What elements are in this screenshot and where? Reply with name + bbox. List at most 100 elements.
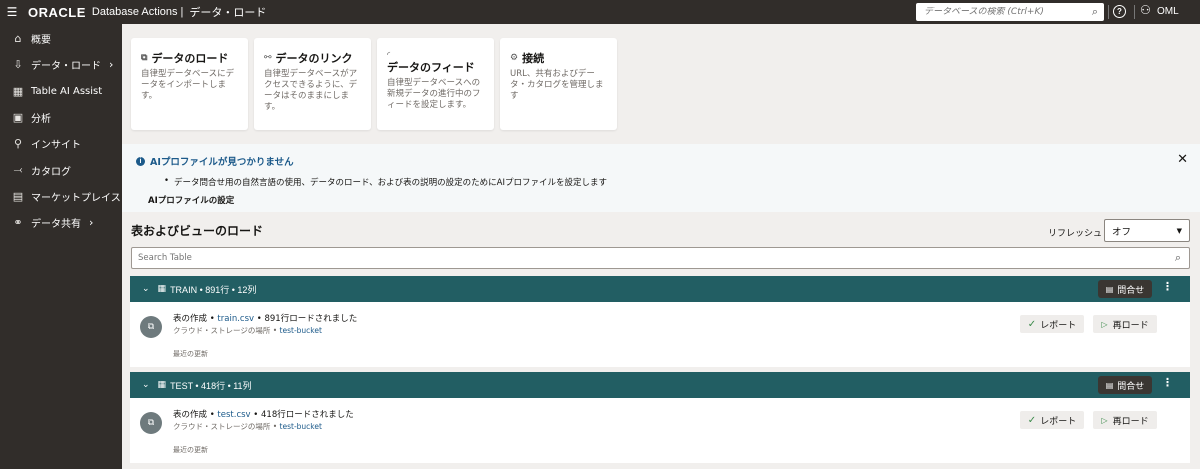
insight-icon: ⚲ <box>13 137 23 151</box>
user-icon[interactable]: ⚇ <box>1140 3 1151 17</box>
card-data-link[interactable]: ⚯ データのリンク 自律型データベースがアクセスできるように、データはそのままにし… <box>254 38 371 130</box>
oracle-logo[interactable]: ORACLE <box>28 5 86 20</box>
search-icon[interactable]: ⌕ <box>1092 5 1098 19</box>
chevron-down-icon[interactable]: ⌄ <box>142 380 150 390</box>
load-job-icon: ⧉ <box>140 316 162 338</box>
table-icon: ▦ <box>157 380 167 390</box>
link-icon: ⚯ <box>264 53 272 63</box>
database-search-box[interactable]: ⌕ <box>916 3 1104 21</box>
divider <box>1134 5 1135 19</box>
load-summary-prefix: 表の作成 • <box>173 410 218 420</box>
file-link[interactable]: train.csv <box>217 314 254 324</box>
load-job-icon: ⧉ <box>140 412 162 434</box>
more-options-icon[interactable]: ⋮ <box>1162 280 1173 293</box>
ai-profile-setup-link[interactable]: AIプロファイルの設定 <box>148 194 234 206</box>
storage-location: クラウド・ストレージの場所 • test-bucket <box>173 421 322 432</box>
caret-down-icon: ▼ <box>1176 227 1182 235</box>
reload-label: 再ロード <box>1112 416 1149 427</box>
sidebar-item-data-share[interactable]: ⚭ データ共有 › <box>0 210 122 236</box>
close-icon[interactable]: ✕ <box>1177 152 1188 167</box>
sidebar-item-catalog[interactable]: ⤙ カタログ <box>0 157 122 183</box>
hamburger-menu-icon[interactable]: ☰ <box>0 0 24 24</box>
sidebar-item-insight[interactable]: ⚲ インサイト <box>0 131 122 157</box>
reload-button[interactable]: ▷ 再ロード <box>1093 411 1157 429</box>
load-summary-prefix: 表の作成 • <box>173 314 218 324</box>
sidebar-item-label: カタログ <box>31 166 71 178</box>
help-icon[interactable]: ? <box>1113 5 1126 18</box>
more-options-icon[interactable]: ⋮ <box>1162 376 1173 389</box>
table-icon: ▦ <box>157 284 167 294</box>
chevron-right-icon: › <box>89 216 94 230</box>
bucket-link[interactable]: test-bucket <box>280 326 322 335</box>
product-name: Database Actions | <box>91 6 184 18</box>
query-label: 問合せ <box>1117 285 1145 296</box>
sidebar-item-overview[interactable]: ⌂ 概要 <box>0 26 122 52</box>
play-icon: ▷ <box>1101 319 1108 329</box>
reload-button[interactable]: ▷ 再ロード <box>1093 315 1157 333</box>
query-icon: ▤ <box>1105 284 1114 294</box>
report-label: レポート <box>1040 416 1077 427</box>
page-name: データ・ロード <box>189 7 267 19</box>
table-ai-icon: ▦ <box>12 84 24 98</box>
table-group-header[interactable]: ⌄ ▦ TRAIN • 891行 • 12列 ▤ 問合せ ⋮ <box>130 276 1190 302</box>
sidebar-item-marketplace[interactable]: ▤ マーケットプレイス <box>0 183 122 209</box>
query-button[interactable]: ▤ 問合せ <box>1098 376 1152 394</box>
top-bar: ☰ ORACLE Database Actions | データ・ロード ⌕ ? … <box>0 0 1200 24</box>
sidebar-item-label: 概要 <box>31 35 51 47</box>
last-updated: 最近の更新 <box>173 350 208 358</box>
card-description: 自律型データベースがアクセスできるように、データはそのままにします。 <box>264 69 358 112</box>
table-group-body: ⧉ 表の作成 • train.csv • 891行ロードされました クラウド・ス… <box>130 302 1190 367</box>
analysis-icon: ▣ <box>12 111 24 125</box>
query-icon: ▤ <box>1105 380 1114 390</box>
last-updated: 最近の更新 <box>173 446 208 454</box>
divider <box>1108 5 1109 19</box>
bucket-link[interactable]: test-bucket <box>280 422 322 431</box>
card-title: データのリンク <box>275 52 353 65</box>
card-data-feed[interactable]: ◜ データのフィード 自律型データベースへの新規データの進行中のフィードを設定しま… <box>377 38 494 130</box>
card-data-load[interactable]: ⧉ データのロード 自律型データベースにデータをインポートします。 <box>131 38 248 130</box>
play-icon: ▷ <box>1101 415 1108 425</box>
table-group-title: TRAIN • 891行 • 12列 <box>170 284 257 295</box>
sidebar-item-label: インサイト <box>31 140 81 152</box>
refresh-select[interactable]: オフ ▼ <box>1104 219 1190 242</box>
card-title: データのロード <box>151 52 229 65</box>
banner-title-text: AIプロファイルが見つかりません <box>150 157 294 168</box>
sidebar-item-analysis[interactable]: ▣ 分析 <box>0 104 122 130</box>
search-icon[interactable]: ⌕ <box>1175 251 1181 265</box>
home-icon: ⌂ <box>14 32 22 46</box>
load-summary: 表の作成 • test.csv • 418行ロードされました <box>173 408 354 420</box>
table-group-body: ⧉ 表の作成 • test.csv • 418行ロードされました クラウド・スト… <box>130 398 1190 463</box>
sidebar-item-data-load[interactable]: ⇩ データ・ロード › <box>0 52 122 78</box>
table-group-header[interactable]: ⌄ ▦ TEST • 418行 • 11列 ▤ 問合せ ⋮ <box>130 372 1190 398</box>
load-icon: ⧉ <box>141 53 148 63</box>
reload-label: 再ロード <box>1112 320 1149 331</box>
card-title: データのフィード <box>387 61 475 74</box>
chevron-down-icon[interactable]: ⌄ <box>142 284 150 294</box>
refresh-value: オフ <box>1112 226 1132 238</box>
database-search-input[interactable] <box>924 7 1074 17</box>
card-connection[interactable]: ⚙ 接続 URL、共有およびデータ・カタログを管理します <box>500 38 617 130</box>
file-link[interactable]: test.csv <box>217 410 250 420</box>
table-search-box[interactable]: ⌕ <box>131 247 1190 269</box>
check-icon: ✓ <box>1027 318 1037 330</box>
report-button[interactable]: ✓ レポート <box>1020 315 1084 333</box>
chevron-right-icon: › <box>109 58 114 72</box>
banner-bullet: データ問合せ用の自然言語の使用、データのロード、および表の説明の設定のためにAI… <box>164 176 607 188</box>
refresh-label: リフレッシュ <box>1048 229 1103 239</box>
connection-icon: ⚙ <box>510 53 519 63</box>
info-icon: i <box>136 156 145 166</box>
sidebar-item-label: Table AI Assist <box>31 85 103 97</box>
sidebar-item-label: 分析 <box>31 114 51 126</box>
sidebar-item-label: マーケットプレイス <box>31 192 121 204</box>
sidebar-item-label: データ共有 <box>31 219 81 231</box>
table-search-input[interactable] <box>138 253 1038 263</box>
card-description: 自律型データベースへの新規データの進行中のフィードを設定します。 <box>387 78 481 110</box>
sidebar-item-label: データ・ロード <box>31 61 101 73</box>
report-button[interactable]: ✓ レポート <box>1020 411 1084 429</box>
card-description: URL、共有およびデータ・カタログを管理します <box>510 69 604 101</box>
query-button[interactable]: ▤ 問合せ <box>1098 280 1152 298</box>
sidebar-item-table-ai-assist[interactable]: ▦ Table AI Assist <box>0 78 122 104</box>
banner-title: i AIプロファイルが見つかりません <box>136 154 294 168</box>
user-name[interactable]: OML <box>1157 6 1179 17</box>
check-icon: ✓ <box>1027 414 1037 426</box>
